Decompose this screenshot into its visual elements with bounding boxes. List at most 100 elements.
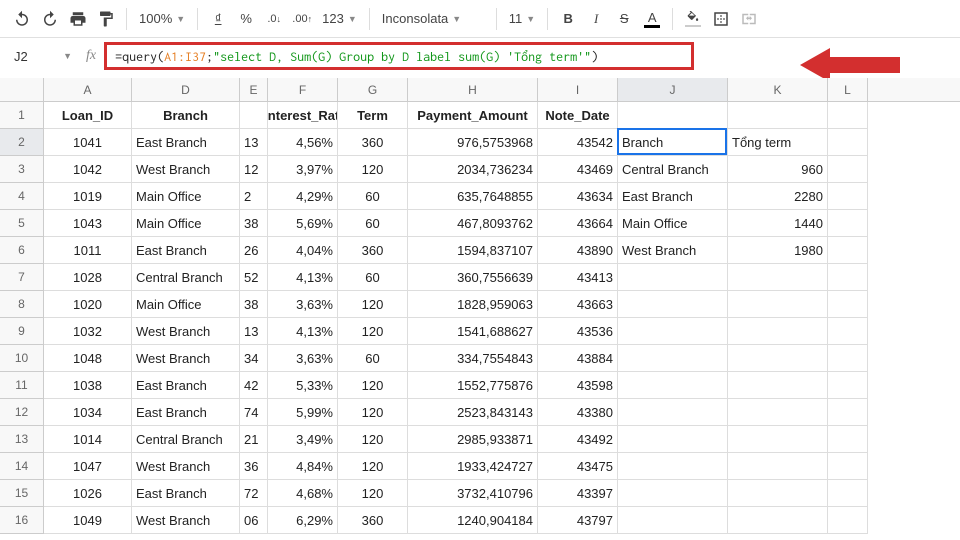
cell[interactable]: 3,63% — [268, 291, 338, 318]
cell[interactable]: 60 — [338, 183, 408, 210]
print-button[interactable] — [66, 7, 90, 31]
spreadsheet-grid[interactable]: ADEFGHIJKL 1Loan_IDBranchAnterest_RateTe… — [0, 78, 960, 534]
row-header-8[interactable]: 8 — [0, 291, 44, 318]
paint-format-button[interactable] — [94, 7, 118, 31]
row-header-7[interactable]: 7 — [0, 264, 44, 291]
column-header-F[interactable]: F — [268, 78, 338, 101]
borders-button[interactable] — [709, 7, 733, 31]
cell[interactable] — [828, 507, 868, 534]
cell[interactable]: 5,69% — [268, 210, 338, 237]
cell[interactable]: 1042 — [44, 156, 132, 183]
cell[interactable]: 43542 — [538, 129, 618, 156]
cell[interactable]: 120 — [338, 372, 408, 399]
cell[interactable]: 120 — [338, 426, 408, 453]
cell[interactable]: 976,5753968 — [408, 129, 538, 156]
cell[interactable]: West Branch — [132, 453, 240, 480]
cell[interactable]: Main Office — [132, 291, 240, 318]
bold-button[interactable]: B — [556, 7, 580, 31]
cell[interactable]: 1043 — [44, 210, 132, 237]
strikethrough-button[interactable]: S — [612, 7, 636, 31]
cell[interactable]: 960 — [728, 156, 828, 183]
row-header-6[interactable]: 6 — [0, 237, 44, 264]
row-header-11[interactable]: 11 — [0, 372, 44, 399]
column-header-L[interactable]: L — [828, 78, 868, 101]
cell[interactable] — [828, 129, 868, 156]
column-header-K[interactable]: K — [728, 78, 828, 101]
cell[interactable]: 4,13% — [268, 264, 338, 291]
cell[interactable] — [618, 264, 728, 291]
cell[interactable]: Central Branch — [618, 156, 728, 183]
percent-button[interactable]: % — [234, 7, 258, 31]
row-header-2[interactable]: 2 — [0, 129, 44, 156]
cell[interactable]: 3,49% — [268, 426, 338, 453]
cell[interactable] — [728, 453, 828, 480]
cell[interactable]: 12 — [240, 156, 268, 183]
cell[interactable]: Central Branch — [132, 264, 240, 291]
cell[interactable]: East Branch — [132, 399, 240, 426]
cell[interactable]: East Branch — [132, 372, 240, 399]
cell[interactable]: 3732,410796 — [408, 480, 538, 507]
zoom-dropdown[interactable]: 100%▼ — [135, 11, 189, 26]
cell[interactable]: 4,56% — [268, 129, 338, 156]
cell[interactable]: 43634 — [538, 183, 618, 210]
cell[interactable]: 1041 — [44, 129, 132, 156]
cell[interactable]: 1240,904184 — [408, 507, 538, 534]
cell[interactable]: 38 — [240, 291, 268, 318]
cell[interactable]: 1594,837107 — [408, 237, 538, 264]
cell[interactable]: 26 — [240, 237, 268, 264]
cell[interactable] — [828, 210, 868, 237]
cell[interactable]: 43663 — [538, 291, 618, 318]
cell[interactable]: 43664 — [538, 210, 618, 237]
cell[interactable] — [728, 264, 828, 291]
cell[interactable]: 360 — [338, 129, 408, 156]
cell[interactable]: 1019 — [44, 183, 132, 210]
cell[interactable]: 1980 — [728, 237, 828, 264]
cell[interactable]: 43884 — [538, 345, 618, 372]
cell[interactable]: 1933,424727 — [408, 453, 538, 480]
cell[interactable]: 1014 — [44, 426, 132, 453]
cell[interactable]: 4,84% — [268, 453, 338, 480]
cell[interactable]: 120 — [338, 156, 408, 183]
cell[interactable]: 120 — [338, 291, 408, 318]
cell[interactable]: 3,63% — [268, 345, 338, 372]
cell[interactable]: 13 — [240, 318, 268, 345]
merge-button[interactable] — [737, 7, 761, 31]
header-cell[interactable]: Branch — [132, 102, 240, 129]
cell[interactable] — [618, 372, 728, 399]
cell[interactable] — [828, 372, 868, 399]
cell[interactable]: 74 — [240, 399, 268, 426]
cell[interactable]: Main Office — [618, 210, 728, 237]
font-dropdown[interactable]: Inconsolata▼ — [378, 11, 488, 26]
header-cell[interactable] — [618, 102, 728, 129]
cell[interactable]: 34 — [240, 345, 268, 372]
cell[interactable]: 38 — [240, 210, 268, 237]
row-header-9[interactable]: 9 — [0, 318, 44, 345]
cell[interactable] — [618, 507, 728, 534]
cell[interactable] — [828, 453, 868, 480]
cell[interactable]: 36 — [240, 453, 268, 480]
header-cell[interactable] — [728, 102, 828, 129]
cell[interactable]: 120 — [338, 453, 408, 480]
header-cell[interactable]: Anterest_Rate — [268, 102, 338, 129]
header-cell[interactable] — [240, 102, 268, 129]
cell[interactable]: 1020 — [44, 291, 132, 318]
cell[interactable]: 2523,843143 — [408, 399, 538, 426]
cell[interactable]: 60 — [338, 210, 408, 237]
cell[interactable]: 2280 — [728, 183, 828, 210]
cell[interactable]: 43797 — [538, 507, 618, 534]
cell[interactable]: Main Office — [132, 183, 240, 210]
text-color-button[interactable]: A — [640, 7, 664, 31]
cell[interactable] — [618, 480, 728, 507]
cell[interactable] — [618, 345, 728, 372]
cell[interactable]: 120 — [338, 318, 408, 345]
cell[interactable]: 43397 — [538, 480, 618, 507]
cell[interactable]: 42 — [240, 372, 268, 399]
increase-decimals-button[interactable]: .00↑ — [290, 7, 314, 31]
cell[interactable]: 43413 — [538, 264, 618, 291]
cell[interactable] — [728, 507, 828, 534]
cell[interactable] — [618, 399, 728, 426]
cell[interactable]: 43492 — [538, 426, 618, 453]
cell[interactable]: West Branch — [132, 156, 240, 183]
fill-color-button[interactable] — [681, 7, 705, 31]
cell[interactable] — [828, 345, 868, 372]
